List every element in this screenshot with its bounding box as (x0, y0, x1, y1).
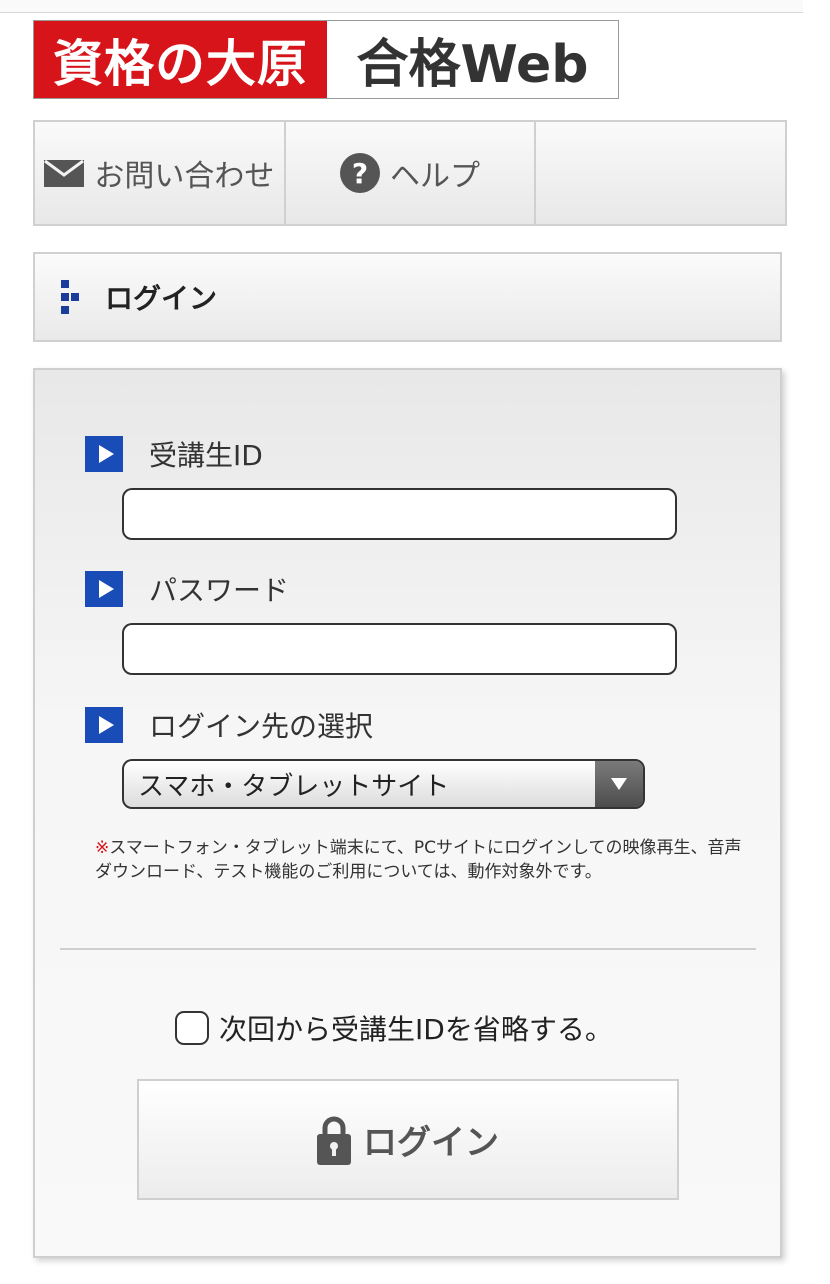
note-text: スマートフォン・タブレット端末にて、PCサイトにログインしての映像再生、音声ダウ… (95, 838, 742, 882)
remember-id-checkbox[interactable] (175, 1011, 209, 1045)
contact-label: お問い合わせ (94, 159, 275, 194)
student-id-label: 受講生ID (149, 439, 263, 472)
compatibility-note: ※スマートフォン・タブレット端末にて、PCサイトにログインしての映像再生、音声ダ… (95, 836, 745, 884)
destination-select[interactable]: スマホ・タブレットサイト (122, 759, 645, 809)
login-button[interactable]: ログイン (137, 1079, 679, 1200)
login-section-header: ログイン (33, 252, 782, 342)
play-triangle-icon (85, 436, 123, 472)
nav-empty-slot (536, 122, 785, 224)
divider (60, 948, 756, 950)
top-edge (0, 0, 803, 13)
lock-icon (317, 1115, 351, 1165)
remember-id-row[interactable]: 次回から受講生IDを省略する。 (175, 1008, 613, 1048)
site-logo[interactable]: 資格の大原 合格Web (33, 20, 619, 99)
question-circle-icon: ? (340, 153, 380, 193)
mail-icon (44, 159, 85, 187)
help-label: ヘルプ (390, 159, 480, 194)
password-label-row: パスワード (85, 569, 289, 609)
section-marker-icon (61, 280, 79, 314)
logo-service-text: 合格Web (327, 21, 618, 98)
top-nav: お問い合わせ ? ヘルプ (33, 120, 787, 226)
logo-brand-text: 資格の大原 (34, 21, 327, 98)
section-title: ログイン (105, 282, 218, 315)
remember-id-label: 次回から受講生IDを省略する。 (219, 1013, 613, 1046)
password-label: パスワード (149, 574, 290, 607)
note-mark: ※ (95, 838, 110, 858)
login-form-panel: 受講生ID パスワード ログイン先の選択 スマホ・タブレットサイト ※スマートフ… (33, 368, 782, 1258)
student-id-label-row: 受講生ID (85, 434, 263, 474)
password-input[interactable] (122, 623, 677, 675)
contact-button[interactable]: お問い合わせ (35, 122, 286, 224)
destination-label-row: ログイン先の選択 (85, 705, 373, 745)
destination-label: ログイン先の選択 (149, 710, 374, 743)
login-button-label: ログイン (363, 1123, 499, 1163)
play-triangle-icon (85, 571, 123, 607)
help-button[interactable]: ? ヘルプ (286, 122, 537, 224)
chevron-down-icon[interactable] (595, 761, 643, 807)
student-id-input[interactable] (122, 488, 677, 540)
destination-selected-value: スマホ・タブレットサイト (138, 771, 450, 802)
play-triangle-icon (85, 707, 123, 743)
